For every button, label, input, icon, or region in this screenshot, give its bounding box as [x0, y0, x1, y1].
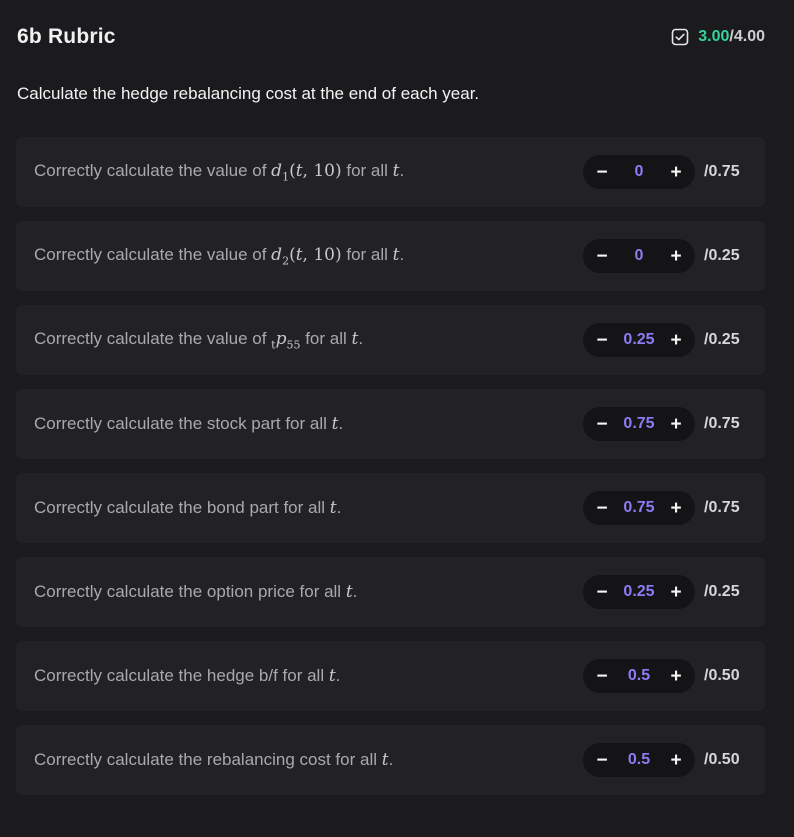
math-d2: d2(t, 10) [271, 244, 342, 268]
increment-button[interactable]: + [669, 499, 683, 518]
max-points: /0.75 [704, 499, 740, 516]
decrement-button[interactable]: − [595, 415, 609, 434]
score-earned: 3.00 [698, 28, 730, 45]
criterion-row: Correctly calculate the value of tp55 fo… [16, 305, 765, 375]
score-value[interactable]: 0.5 [609, 751, 669, 769]
criterion-row: Correctly calculate the stock part for a… [16, 389, 765, 459]
increment-button[interactable]: + [669, 247, 683, 266]
decrement-button[interactable]: − [595, 667, 609, 686]
score-stepper: − 0.5 + [583, 659, 695, 693]
increment-button[interactable]: + [669, 667, 683, 686]
max-points: /0.25 [704, 583, 740, 600]
score-value[interactable]: 0.25 [609, 583, 669, 601]
rubric-header: 6b Rubric 3.00/4.00 [17, 22, 765, 52]
max-points: /0.25 [704, 247, 740, 264]
rubric-panel: 6b Rubric 3.00/4.00 Calculate the hedge … [0, 0, 794, 837]
rubric-description: Calculate the hedge rebalancing cost at … [17, 84, 480, 103]
score-stepper: − 0.75 + [583, 407, 695, 441]
score-total: /4.00 [729, 28, 765, 45]
checkbox-icon[interactable] [671, 28, 689, 46]
decrement-button[interactable]: − [595, 583, 609, 602]
score-value[interactable]: 0.25 [609, 331, 669, 349]
score-controls: − 0 + /0.75 [583, 155, 748, 189]
criterion-text: Correctly calculate the option price for… [34, 582, 358, 602]
score-controls: − 0.5 + /0.50 [583, 743, 748, 777]
score-controls: − 0.25 + /0.25 [583, 575, 748, 609]
criterion-text: Correctly calculate the rebalancing cost… [34, 750, 394, 770]
max-points: /0.75 [704, 415, 740, 432]
criterion-row: Correctly calculate the option price for… [16, 557, 765, 627]
criterion-text: Correctly calculate the stock part for a… [34, 414, 344, 434]
score-controls: − 0.75 + /0.75 [583, 407, 748, 441]
rubric-title: 6b Rubric [17, 25, 116, 48]
score-controls: − 0.75 + /0.75 [583, 491, 748, 525]
increment-button[interactable]: + [669, 331, 683, 350]
score-controls: − 0.5 + /0.50 [583, 659, 748, 693]
score-stepper: − 0.25 + [583, 323, 695, 357]
score-stepper: − 0.25 + [583, 575, 695, 609]
criterion-row: Correctly calculate the value of d2(t, 1… [16, 221, 765, 291]
math-tp55: tp55 [271, 328, 301, 352]
math-d1: d1(t, 10) [271, 160, 342, 184]
criterion-text: Correctly calculate the bond part for al… [34, 498, 342, 518]
decrement-button[interactable]: − [595, 499, 609, 518]
score-value[interactable]: 0.75 [609, 499, 669, 517]
score-value[interactable]: 0.75 [609, 415, 669, 433]
criterion-row: Correctly calculate the bond part for al… [16, 473, 765, 543]
decrement-button[interactable]: − [595, 163, 609, 182]
decrement-button[interactable]: − [595, 751, 609, 770]
score-value[interactable]: 0 [609, 163, 669, 181]
criterion-text: Correctly calculate the value of d2(t, 1… [34, 244, 405, 268]
score-controls: − 0.25 + /0.25 [583, 323, 748, 357]
increment-button[interactable]: + [669, 415, 683, 434]
max-points: /0.50 [704, 667, 740, 684]
criterion-text: Correctly calculate the value of d1(t, 1… [34, 160, 405, 184]
max-points: /0.25 [704, 331, 740, 348]
score-controls: − 0 + /0.25 [583, 239, 748, 273]
criteria-list: Correctly calculate the value of d1(t, 1… [16, 137, 765, 809]
score-stepper: − 0.5 + [583, 743, 695, 777]
increment-button[interactable]: + [669, 163, 683, 182]
score-stepper: − 0 + [583, 155, 695, 189]
score-stepper: − 0.75 + [583, 491, 695, 525]
decrement-button[interactable]: − [595, 331, 609, 350]
criterion-text: Correctly calculate the value of tp55 fo… [34, 328, 364, 352]
rubric-score: 3.00/4.00 [671, 28, 765, 46]
criterion-row: Correctly calculate the value of d1(t, 1… [16, 137, 765, 207]
increment-button[interactable]: + [669, 751, 683, 770]
max-points: /0.75 [704, 163, 740, 180]
score-stepper: − 0 + [583, 239, 695, 273]
increment-button[interactable]: + [669, 583, 683, 602]
decrement-button[interactable]: − [595, 247, 609, 266]
criterion-row: Correctly calculate the hedge b/f for al… [16, 641, 765, 711]
max-points: /0.50 [704, 751, 740, 768]
score-value[interactable]: 0 [609, 247, 669, 265]
criterion-text: Correctly calculate the hedge b/f for al… [34, 666, 341, 686]
criterion-row: Correctly calculate the rebalancing cost… [16, 725, 765, 795]
score-value[interactable]: 0.5 [609, 667, 669, 685]
